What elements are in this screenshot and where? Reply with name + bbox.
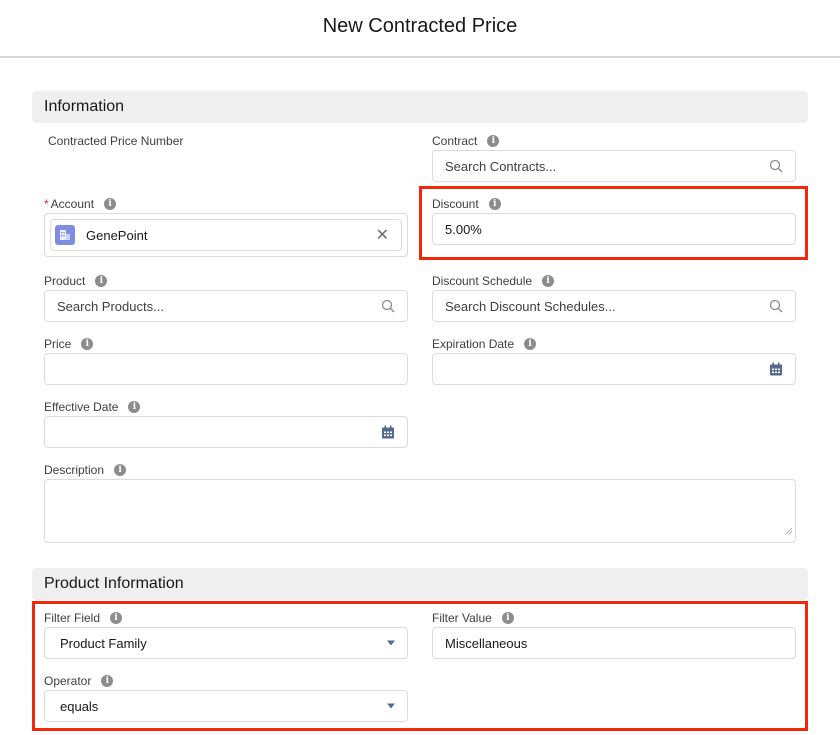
info-icon[interactable]: i bbox=[501, 612, 514, 624]
account-lookup[interactable]: GenePoint ✕ bbox=[44, 213, 408, 257]
expiration-date-input[interactable] bbox=[432, 353, 796, 385]
discount-schedule-label-text: Discount Schedule bbox=[432, 274, 533, 288]
discount-label: Discount i bbox=[432, 196, 501, 212]
price-input[interactable] bbox=[44, 353, 408, 385]
filter-value-label: Filter Value i bbox=[432, 610, 514, 626]
filter-field-select[interactable]: Product Family bbox=[44, 627, 408, 659]
chevron-down-icon bbox=[387, 640, 395, 646]
account-pill[interactable]: GenePoint ✕ bbox=[50, 219, 402, 251]
section-product-information[interactable]: Product Information bbox=[32, 568, 808, 600]
account-value: GenePoint bbox=[86, 227, 148, 243]
account-icon bbox=[55, 225, 75, 245]
calendar-icon[interactable] bbox=[769, 362, 783, 377]
effective-date-label: Effective Date i bbox=[44, 399, 141, 415]
discount-schedule-label: Discount Schedule i bbox=[432, 273, 555, 289]
discount-value: 5.00% bbox=[445, 221, 482, 237]
contract-label: Contract i bbox=[432, 133, 500, 149]
filter-value-value: Miscellaneous bbox=[445, 635, 528, 651]
account-label: * Account i bbox=[44, 196, 117, 212]
info-icon[interactable]: i bbox=[114, 464, 127, 476]
filter-value-input[interactable]: Miscellaneous bbox=[432, 627, 796, 659]
operator-label: Operator i bbox=[44, 673, 114, 689]
discount-input[interactable]: 5.00% bbox=[432, 213, 796, 245]
section-title: Information bbox=[44, 98, 125, 115]
operator-select[interactable]: equals bbox=[44, 690, 408, 722]
info-icon[interactable]: i bbox=[128, 401, 141, 413]
discount-schedule-search-input[interactable]: Search Discount Schedules... bbox=[432, 290, 796, 322]
product-placeholder: Search Products... bbox=[57, 298, 164, 314]
chevron-down-icon bbox=[387, 703, 395, 709]
contracted-price-number-label: Contracted Price Number bbox=[48, 134, 184, 148]
filter-field-value: Product Family bbox=[60, 635, 147, 651]
operator-label-text: Operator bbox=[44, 674, 92, 688]
modal-title: New Contracted Price bbox=[322, 15, 518, 37]
discount-schedule-placeholder: Search Discount Schedules... bbox=[445, 298, 616, 314]
section-information[interactable]: Information bbox=[32, 91, 808, 123]
info-icon[interactable]: i bbox=[524, 338, 537, 350]
expiration-date-label: Expiration Date i bbox=[432, 336, 537, 352]
contract-search-input[interactable]: Search Contracts... bbox=[432, 150, 796, 182]
description-label: Description i bbox=[44, 462, 127, 478]
info-icon[interactable]: i bbox=[110, 612, 123, 624]
product-search-input[interactable]: Search Products... bbox=[44, 290, 408, 322]
search-icon bbox=[769, 299, 783, 313]
description-textarea[interactable] bbox=[44, 479, 796, 543]
info-icon[interactable]: i bbox=[101, 675, 114, 687]
contract-label-text: Contract bbox=[432, 134, 478, 148]
info-icon[interactable]: i bbox=[488, 198, 501, 210]
required-indicator: * bbox=[44, 197, 49, 211]
search-icon bbox=[381, 299, 395, 313]
filter-value-label-text: Filter Value bbox=[432, 611, 492, 625]
description-label-text: Description bbox=[44, 463, 105, 477]
search-icon bbox=[769, 159, 783, 173]
discount-label-text: Discount bbox=[432, 197, 479, 211]
contract-placeholder: Search Contracts... bbox=[445, 158, 557, 174]
account-label-text: Account bbox=[50, 197, 95, 211]
filter-field-label-text: Filter Field bbox=[44, 611, 101, 625]
close-icon[interactable]: ✕ bbox=[376, 225, 389, 245]
info-icon[interactable]: i bbox=[542, 275, 555, 287]
effective-date-input[interactable] bbox=[44, 416, 408, 448]
info-icon[interactable]: i bbox=[95, 275, 108, 287]
price-label-text: Price bbox=[44, 337, 72, 351]
product-label: Product i bbox=[44, 273, 108, 289]
effective-date-label-text: Effective Date bbox=[44, 400, 119, 414]
product-label-text: Product bbox=[44, 274, 86, 288]
info-icon[interactable]: i bbox=[104, 198, 117, 210]
info-icon[interactable]: i bbox=[487, 135, 500, 147]
calendar-icon[interactable] bbox=[381, 425, 395, 440]
price-label: Price i bbox=[44, 336, 94, 352]
info-icon[interactable]: i bbox=[81, 338, 94, 350]
resize-handle-icon[interactable] bbox=[785, 522, 793, 540]
filter-field-label: Filter Field i bbox=[44, 610, 123, 626]
section-title: Product Information bbox=[44, 575, 184, 592]
modal-header: New Contracted Price bbox=[0, 0, 840, 58]
operator-value: equals bbox=[60, 698, 99, 714]
expiration-date-label-text: Expiration Date bbox=[432, 337, 515, 351]
